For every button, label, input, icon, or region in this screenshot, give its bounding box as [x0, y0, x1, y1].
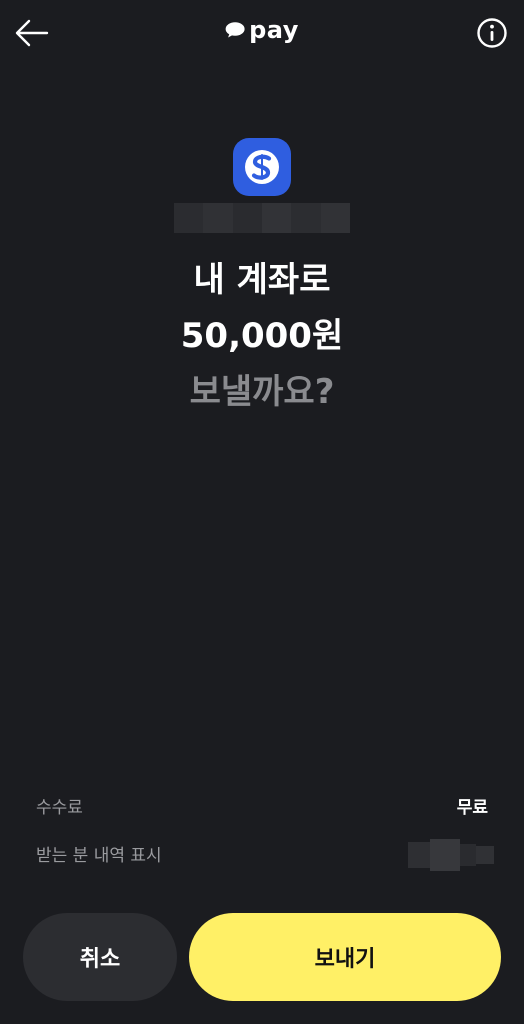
kakaopay-logo: pay — [225, 16, 299, 44]
fee-row: 수수료 무료 — [36, 792, 488, 818]
speech-bubble-icon — [225, 22, 245, 38]
bank-logo — [233, 138, 291, 196]
fee-label: 수수료 — [36, 797, 83, 818]
fee-value: 무료 — [456, 797, 488, 818]
recipient-display-masked[interactable] — [408, 838, 494, 872]
transfer-confirm-title: 내 계좌로 50,000원 보낼까요? — [0, 252, 524, 420]
question-text: 보낼까요? — [189, 372, 335, 412]
recipient-display-label: 받는 분 내역 표시 — [36, 845, 162, 866]
shinhan-bank-icon — [245, 150, 279, 184]
send-button[interactable]: 보내기 — [189, 913, 501, 1001]
back-arrow-icon[interactable] — [14, 18, 50, 48]
info-icon[interactable] — [476, 17, 508, 49]
account-number-masked — [174, 203, 350, 233]
brand-name: pay — [249, 16, 299, 44]
cancel-button[interactable]: 취소 — [23, 913, 177, 1001]
destination-text: 내 계좌로 — [193, 260, 331, 300]
amount-text: 50,000원 — [180, 316, 344, 356]
